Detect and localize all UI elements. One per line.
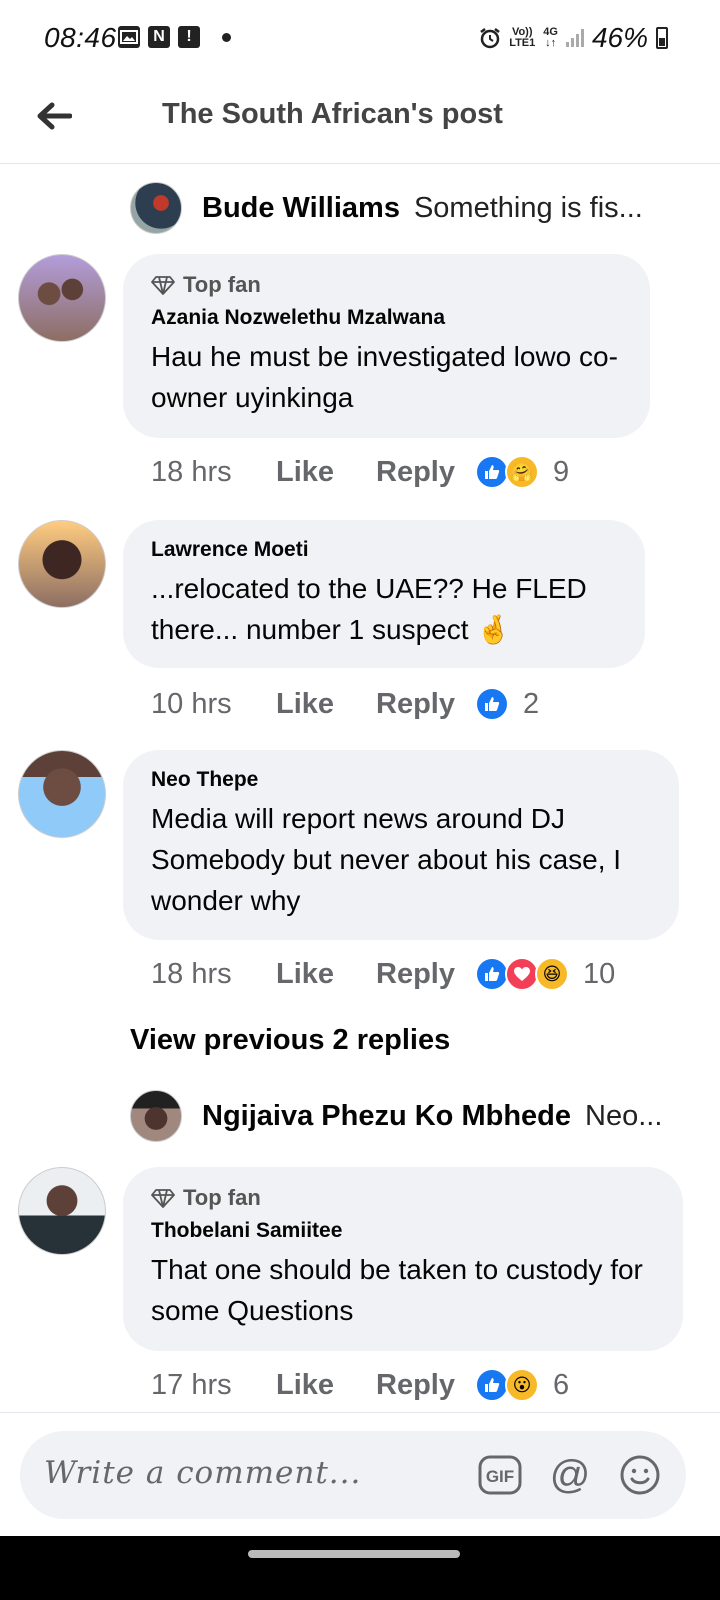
reply-button[interactable]: Reply [376, 688, 455, 721]
alert-icon: ! [178, 26, 200, 48]
comment-actions: 18 hrs Like Reply 😆 10 [151, 954, 615, 994]
comment-time[interactable]: 17 hrs [151, 1369, 276, 1402]
reply-author[interactable]: Ngijaiva Phezu Ko Mbhede [202, 1100, 571, 1133]
like-button[interactable]: Like [276, 456, 376, 489]
top-fan-badge: Top fan [151, 1185, 655, 1211]
avatar[interactable] [18, 750, 106, 838]
like-icon [474, 1368, 509, 1402]
reply-snippet: Neo... [585, 1099, 663, 1132]
gif-button[interactable]: GIF [478, 1453, 522, 1497]
comment-actions: 18 hrs Like Reply 🤗 9 [151, 452, 569, 492]
reply-button[interactable]: Reply [376, 958, 455, 991]
lte-label: LTE1 [509, 37, 536, 49]
page-title: The South African's post [162, 98, 503, 130]
post-header: The South African's post [0, 80, 720, 164]
top-fan-badge: Top fan [151, 272, 622, 298]
avatar[interactable] [18, 1167, 106, 1255]
diamond-icon [151, 276, 175, 295]
avatar[interactable] [130, 182, 182, 234]
comment-actions: 17 hrs Like Reply 😮 6 [151, 1365, 569, 1405]
like-icon [474, 687, 509, 721]
status-bar: 08:46 N ! Vo)) LTE1 4G ↓↑ 46% [0, 0, 720, 80]
back-arrow-icon [37, 102, 72, 130]
status-right: Vo)) LTE1 4G ↓↑ 46% [479, 22, 668, 54]
avatar[interactable] [130, 1090, 182, 1142]
reactions-summary[interactable]: 🤗 [474, 455, 539, 489]
home-gesture-handle[interactable] [248, 1550, 460, 1558]
comment-input[interactable]: Write a comment... GIF @ [20, 1431, 686, 1519]
reaction-count[interactable]: 10 [583, 958, 615, 991]
care-icon: 🤗 [504, 455, 539, 489]
reaction-count[interactable]: 9 [553, 456, 569, 489]
comment-text: ...relocated to the UAE?? He FLED there.… [151, 573, 587, 645]
battery-percent: 46% [591, 22, 648, 53]
volte-indicator: Vo)) LTE1 [509, 27, 535, 49]
comment-author[interactable]: Lawrence Moeti [151, 538, 617, 562]
avatar[interactable] [18, 520, 106, 608]
comment-bubble[interactable]: Top fan Thobelani Samiitee That one shou… [123, 1167, 683, 1351]
reaction-count[interactable]: 2 [523, 688, 539, 721]
emoji-button[interactable] [618, 1453, 662, 1497]
svg-text:GIF: GIF [486, 1467, 514, 1486]
comment-author[interactable]: Thobelani Samiitee [151, 1219, 655, 1243]
comment-time[interactable]: 10 hrs [151, 688, 276, 721]
battery-icon [656, 27, 668, 49]
like-button[interactable]: Like [276, 688, 376, 721]
notification-icons: N ! [118, 26, 231, 48]
like-icon [474, 455, 509, 489]
like-button[interactable]: Like [276, 1369, 376, 1402]
comment-author[interactable]: Azania Nozwelethu Mzalwana [151, 306, 622, 330]
gallery-icon [118, 26, 140, 48]
gif-icon: GIF [478, 1455, 522, 1495]
reply-snippet: Something is fis... [413, 191, 643, 224]
comments-list[interactable]: Bude Williams Something is fis... Top fa… [0, 164, 720, 1414]
avatar[interactable] [18, 254, 106, 342]
like-button[interactable]: Like [276, 958, 376, 991]
alarm-icon [480, 28, 500, 49]
comment-time[interactable]: 18 hrs [151, 958, 276, 991]
back-button[interactable] [32, 94, 76, 138]
view-previous-replies-link[interactable]: View previous 2 replies [130, 1024, 450, 1057]
signal-icon [565, 29, 584, 47]
reply-author[interactable]: Bude Williams [202, 192, 400, 225]
comment-bubble[interactable]: Top fan Azania Nozwelethu Mzalwana Hau h… [123, 254, 650, 438]
comment-time[interactable]: 18 hrs [151, 456, 276, 489]
comment-text: That one should be taken to custody for … [151, 1254, 643, 1326]
reply-button[interactable]: Reply [376, 1369, 455, 1402]
status-time: 08:46 [44, 22, 117, 53]
mention-icon: @ [549, 1453, 591, 1497]
reactions-summary[interactable]: 😆 [474, 957, 569, 991]
comment-input-placeholder[interactable]: Write a comment... [44, 1455, 361, 1491]
comment-bubble[interactable]: Lawrence Moeti ...relocated to the UAE??… [123, 520, 645, 668]
news-icon: N [148, 26, 170, 48]
comment-author[interactable]: Neo Thepe [151, 768, 651, 792]
reactions-summary[interactable]: 😮 [474, 1368, 539, 1402]
reaction-count[interactable]: 6 [553, 1369, 569, 1402]
comment-composer: Write a comment... GIF @ [0, 1412, 720, 1536]
network-indicator: 4G ↓↑ [543, 27, 558, 49]
comment-bubble[interactable]: Neo Thepe Media will report news around … [123, 750, 679, 940]
more-notifications-dot-icon [222, 32, 231, 42]
emoji-icon [620, 1455, 660, 1495]
reply-preview-ngijaiva[interactable]: Ngijaiva Phezu Ko Mbhede Neo... [130, 1088, 690, 1144]
mention-button[interactable]: @ [548, 1453, 592, 1497]
system-nav-bar [0, 1536, 720, 1600]
comment-text: Hau he must be investigated lowo co-owne… [151, 341, 618, 413]
wow-icon: 😮 [504, 1368, 539, 1402]
reply-button[interactable]: Reply [376, 456, 455, 489]
like-icon [474, 957, 509, 991]
comment-actions: 10 hrs Like Reply 2 [151, 684, 539, 724]
comment-text: Media will report news around DJ Somebod… [151, 803, 622, 916]
badge-label: Top fan [183, 1185, 261, 1210]
badge-label: Top fan [183, 272, 261, 297]
love-icon [504, 957, 539, 991]
haha-icon: 😆 [534, 957, 569, 991]
data-arrows-icon: ↓↑ [545, 37, 557, 49]
reactions-summary[interactable] [474, 687, 509, 721]
diamond-icon [151, 1189, 175, 1208]
reply-preview-bude[interactable]: Bude Williams Something is fis... [130, 180, 690, 236]
